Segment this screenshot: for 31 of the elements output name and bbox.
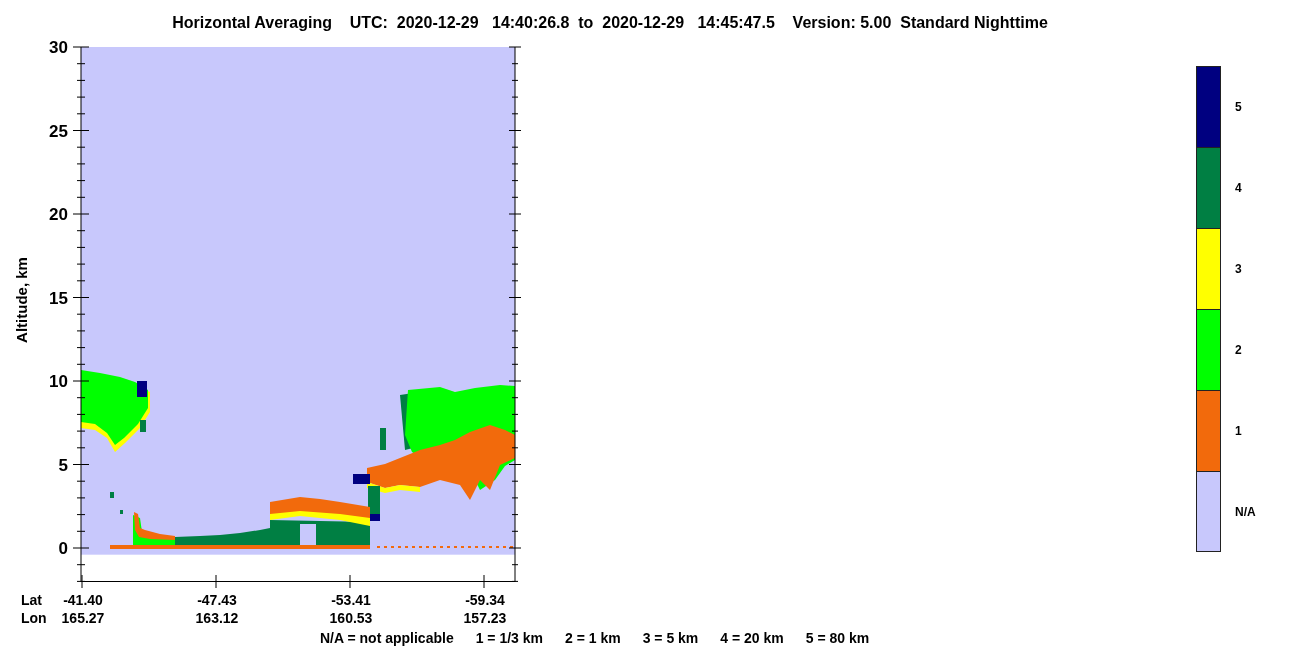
plot-title: Horizontal Averaging UTC: 2020-12-29 14:40:26.8 to 2020-12-29 14:45:47.5 Version: 5.00 Standard Nighttime: [171, 13, 1049, 33]
lon-tick-label: 160.53: [329, 610, 373, 626]
y-tick-label: 15: [49, 288, 68, 308]
y-tick-label: 10: [49, 372, 68, 391]
y-tick-label: 25: [49, 121, 68, 141]
y-axis-label: Altitude, km: [13, 257, 30, 343]
colorbar-label: 3: [1235, 261, 1242, 276]
lat-tick-label: -41.40: [63, 592, 103, 608]
legend-entry: N/A = not applicable: [320, 630, 454, 646]
y-tick-label: 30: [49, 40, 68, 57]
lon-tick-label: 163.12: [195, 610, 239, 626]
colorbar-label: 5: [1235, 99, 1242, 114]
legend-entry: 4 = 20 km: [720, 630, 784, 646]
colorbar-label: 2: [1235, 342, 1242, 357]
lon-tick-label: 157.23: [463, 610, 507, 626]
lat-tick-label: -53.41: [331, 592, 371, 608]
colorbar-label: 4: [1235, 180, 1242, 195]
legend-entry: 5 = 80 km: [805, 630, 870, 646]
colorbar-label: 1: [1235, 423, 1242, 438]
lat-tick-label: -59.34: [465, 592, 505, 608]
lat-label: Lat: [21, 592, 42, 608]
y-tick-label: 20: [49, 205, 68, 224]
lon-tick-label: 165.27: [61, 610, 105, 626]
legend-entry: 3 = 5 km: [642, 630, 699, 646]
y-tick-label: 0: [58, 539, 68, 558]
legend-entry: 2 = 1 km: [565, 630, 621, 646]
y-tick-label: 5: [58, 455, 68, 475]
lon-label: Lon: [21, 610, 47, 626]
legend-entry: 1 = 1/3 km: [475, 630, 543, 646]
lat-tick-label: -47.43: [197, 592, 237, 608]
colorbar-label: N/A: [1235, 504, 1256, 519]
